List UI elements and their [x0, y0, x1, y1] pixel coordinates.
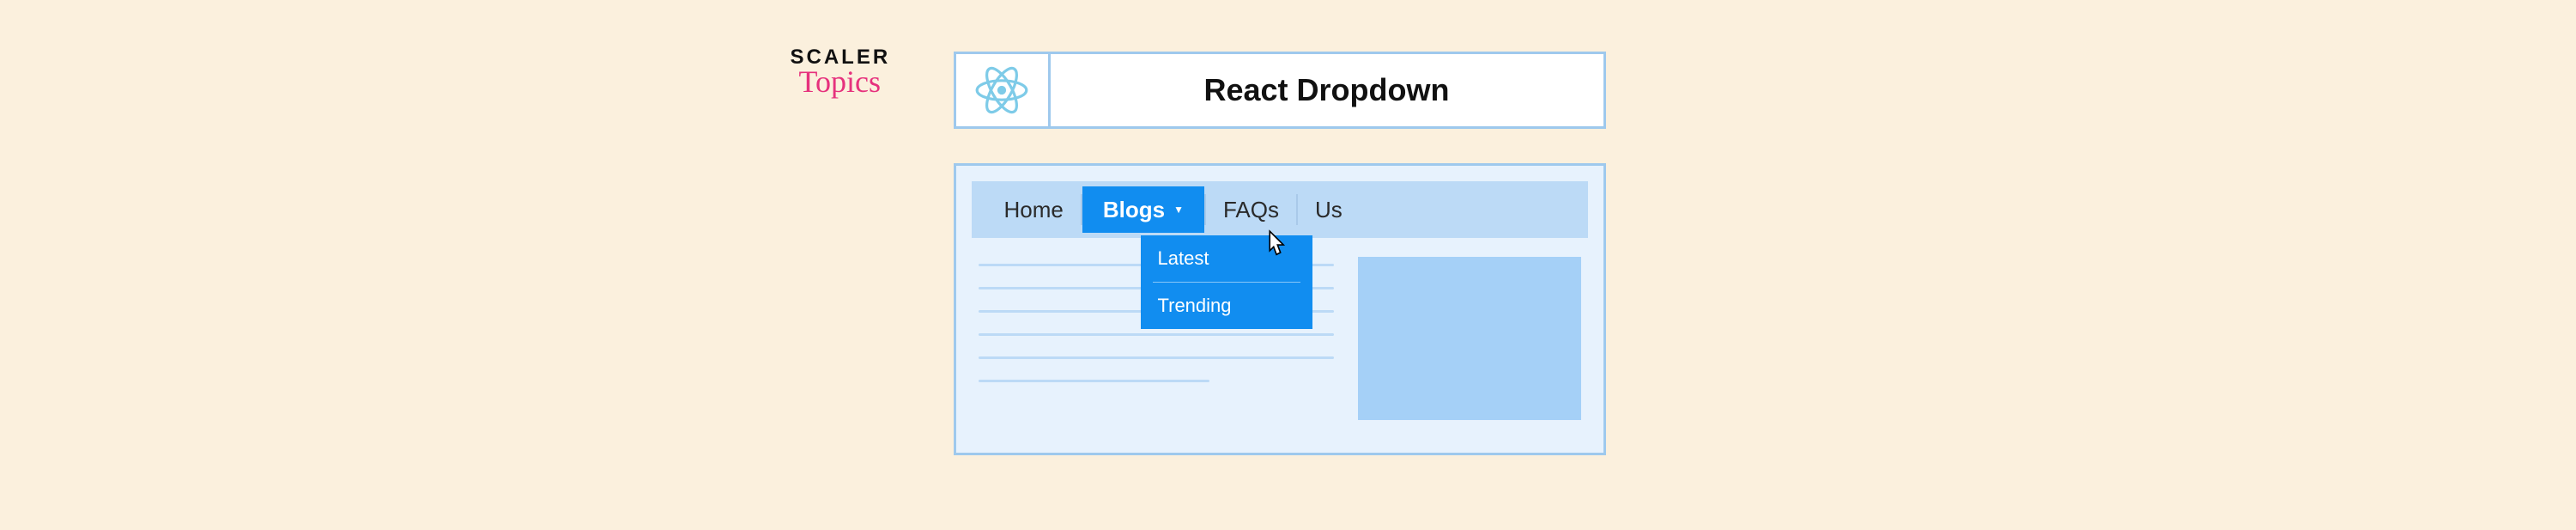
nav-item-blogs[interactable]: Blogs ▼ [1082, 186, 1204, 233]
page-title: React Dropdown [1051, 54, 1603, 126]
dropdown-item-trending[interactable]: Trending [1141, 283, 1312, 329]
chevron-down-icon: ▼ [1173, 204, 1184, 216]
react-icon [956, 54, 1051, 126]
brand-logo: SCALER Topics [791, 47, 891, 97]
placeholder-line [979, 380, 1209, 382]
brand-text-topics: Topics [799, 66, 881, 97]
nav-item-us[interactable]: Us [1298, 192, 1360, 228]
placeholder-line [979, 356, 1334, 359]
cursor-pointer-icon [1260, 229, 1288, 257]
nav-bar: Home Blogs ▼ FAQs Us [972, 181, 1588, 238]
title-bar: React Dropdown [954, 52, 1606, 129]
content-card [1358, 257, 1581, 420]
nav-item-label: Blogs [1103, 197, 1165, 223]
nav-item-home[interactable]: Home [987, 192, 1081, 228]
placeholder-line [979, 333, 1334, 336]
nav-item-faqs[interactable]: FAQs [1206, 192, 1296, 228]
